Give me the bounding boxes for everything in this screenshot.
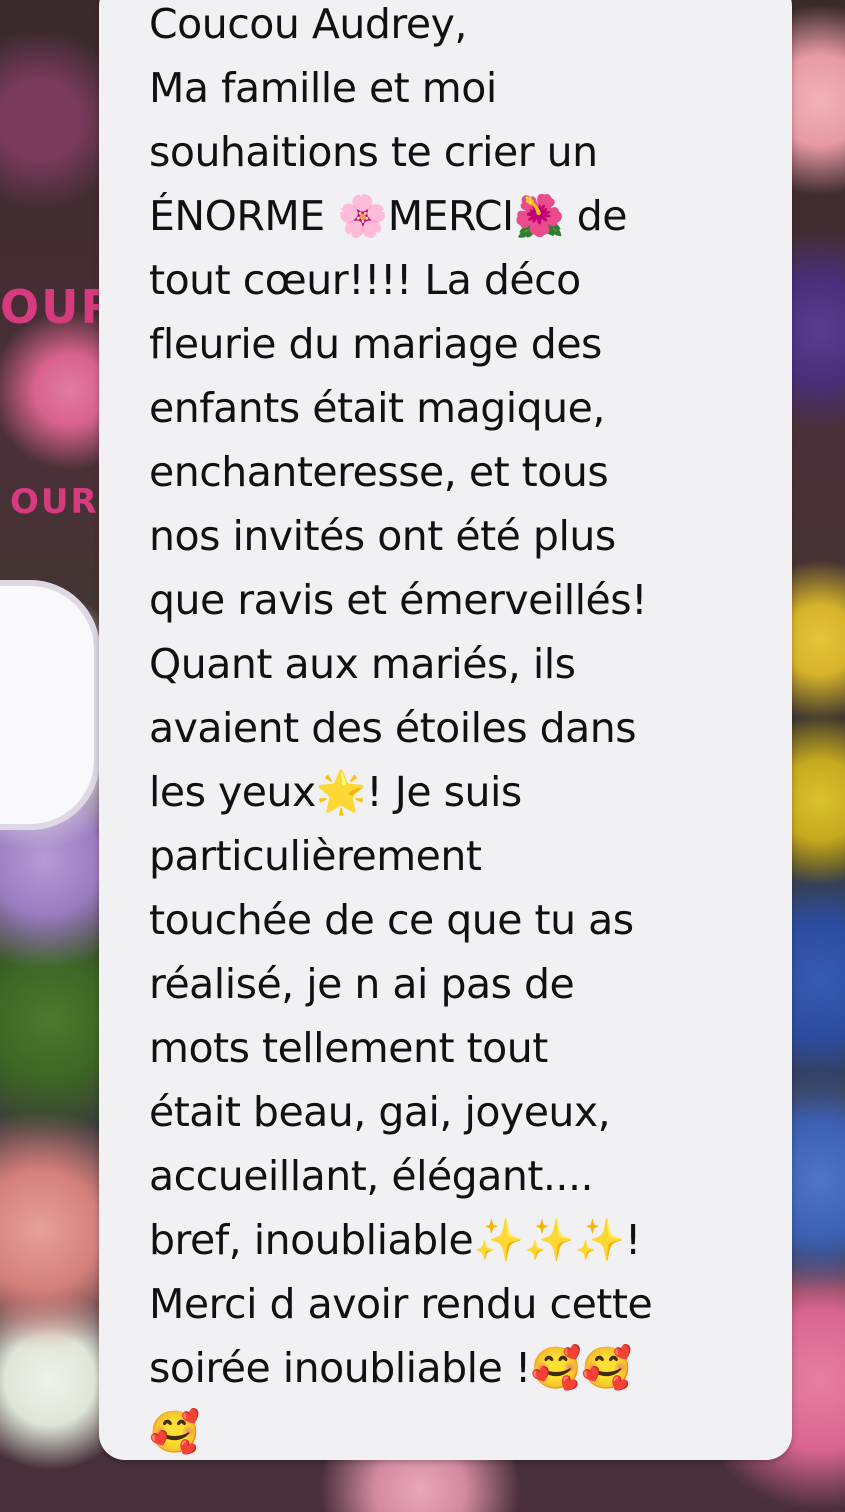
heart-decoration: [0, 580, 100, 830]
background-text-bottom: OUR: [10, 482, 99, 522]
message-text: Coucou Audrey, Ma famille et moi souhait…: [149, 0, 653, 1456]
